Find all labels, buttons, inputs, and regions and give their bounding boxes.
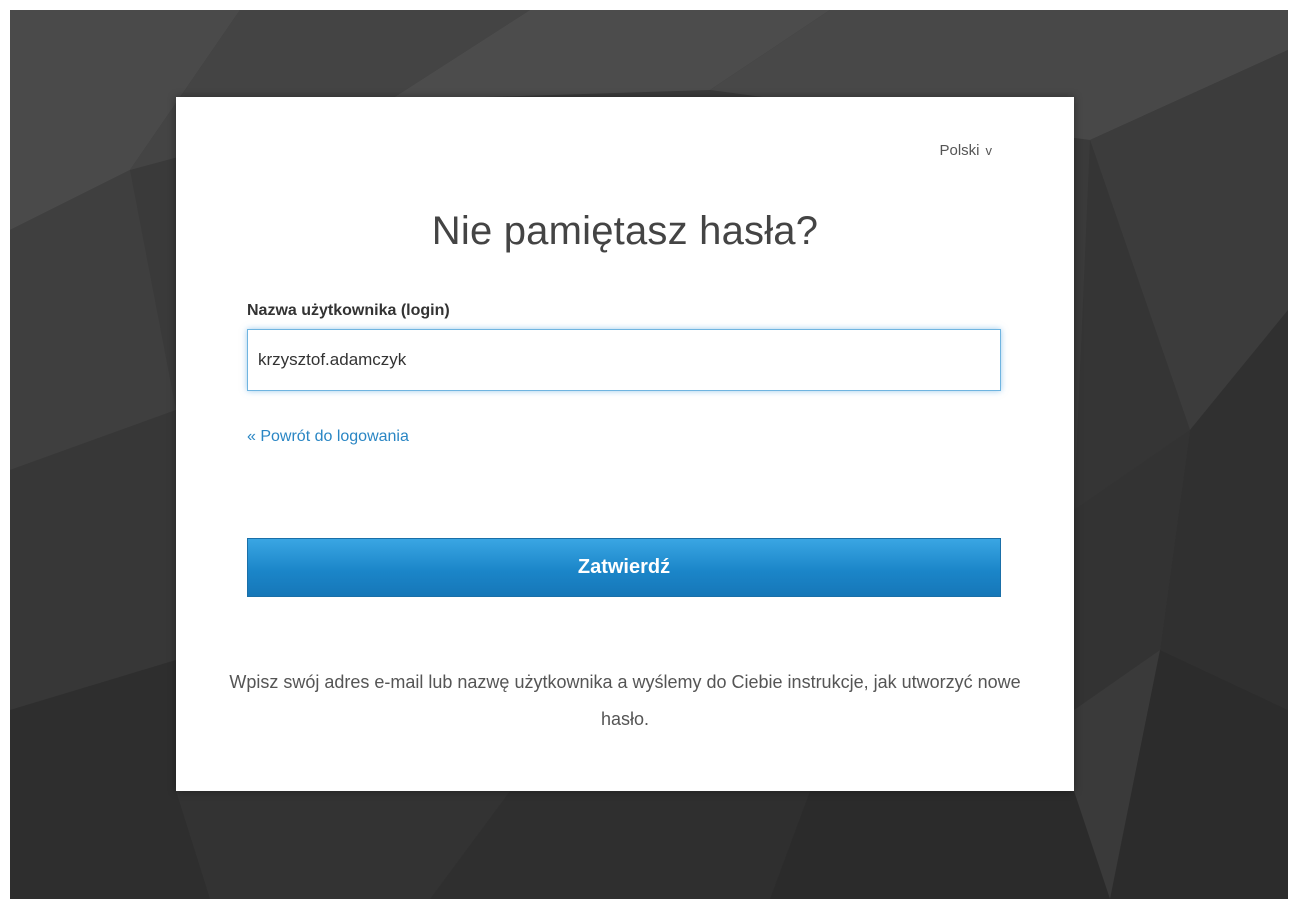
page-title: Nie pamiętasz hasła?: [431, 209, 819, 253]
username-input[interactable]: [247, 329, 1001, 391]
username-label: Nazwa użytkownika (login): [247, 302, 450, 319]
language-label: Polski: [939, 142, 980, 159]
language-selector[interactable]: Polski v: [939, 142, 992, 159]
chevron-down-icon: v: [985, 143, 993, 158]
page-background: Polski v Nie pamiętasz hasła? Nazwa użytk…: [10, 10, 1288, 899]
forgot-password-card: Polski v Nie pamiętasz hasła? Nazwa użytk…: [176, 97, 1074, 791]
help-text: Wpisz swój adres e-mail lub nazwę użytko…: [229, 672, 1021, 729]
back-to-login-link[interactable]: « Powrót do logowania: [247, 428, 409, 446]
submit-button[interactable]: Zatwierdź: [247, 538, 1001, 597]
